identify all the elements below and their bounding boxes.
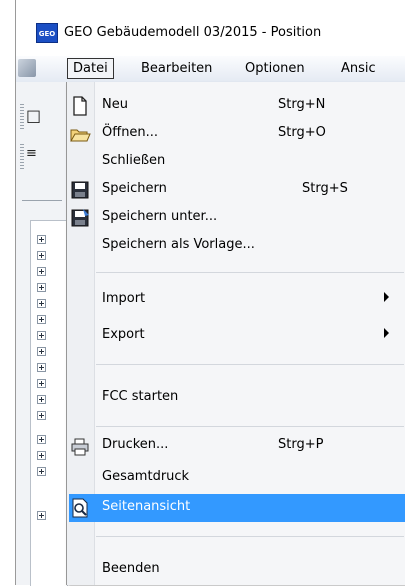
menu-separator	[96, 426, 404, 427]
menu-item-label: Speichern	[102, 181, 167, 196]
save-as-icon	[69, 207, 91, 229]
menu-item-print-preview[interactable]: Seitenansicht	[69, 494, 405, 522]
tree-expand-icon[interactable]	[37, 235, 46, 244]
menu-item-export[interactable]: Export	[69, 322, 405, 350]
menu-bar: Datei Bearbeiten Optionen Ansic	[16, 56, 405, 83]
menu-item-label: Import	[102, 291, 146, 306]
menu-optionen[interactable]: Optionen	[240, 59, 310, 78]
menu-item-full-print[interactable]: Gesamtdruck	[69, 464, 405, 492]
menu-datei[interactable]: Datei	[67, 58, 114, 79]
toolbar-list-icon[interactable]: ≡	[26, 146, 37, 161]
menu-item-label: Beenden	[102, 561, 160, 576]
menu-item-shortcut: Strg+O	[278, 125, 326, 140]
file-menu-dropdown: Neu Strg+N Öffnen... Strg+O Schließen Sp…	[66, 82, 405, 585]
printer-icon	[69, 435, 91, 457]
menu-item-new[interactable]: Neu Strg+N	[69, 92, 405, 120]
menu-item-save[interactable]: Speichern Strg+S	[69, 176, 405, 204]
menu-item-label: Öffnen...	[102, 125, 159, 140]
menu-item-print[interactable]: Drucken... Strg+P	[69, 432, 405, 460]
menu-item-exit[interactable]: Beenden	[69, 556, 405, 584]
tree-expand-icon[interactable]	[37, 379, 46, 388]
menu-item-import[interactable]: Import	[69, 286, 405, 314]
menu-item-label: Drucken...	[102, 437, 169, 452]
tree-expand-icon[interactable]	[37, 251, 46, 260]
tree-expand-icon[interactable]	[37, 283, 46, 292]
menu-item-close[interactable]: Schließen	[69, 148, 405, 176]
tree-view	[30, 220, 68, 586]
window-left-border	[0, 0, 16, 585]
menu-item-label: Speichern unter...	[102, 209, 218, 224]
menu-item-label: Speichern als Vorlage...	[102, 237, 255, 252]
menu-separator	[96, 536, 404, 537]
app-logo-icon: GEO	[36, 23, 58, 43]
print-preview-icon	[69, 497, 91, 519]
save-icon	[69, 179, 91, 201]
tree-expand-icon[interactable]	[37, 511, 46, 520]
tree-expand-icon[interactable]	[37, 363, 46, 372]
new-document-icon	[69, 95, 91, 117]
submenu-arrow-icon	[384, 328, 389, 338]
tree-expand-icon[interactable]	[37, 435, 46, 444]
menu-item-fcc-start[interactable]: FCC starten	[69, 384, 405, 412]
menu-item-save-as[interactable]: Speichern unter...	[69, 204, 405, 232]
menu-bearbeiten[interactable]: Bearbeiten	[136, 59, 217, 78]
tree-expand-icon[interactable]	[37, 315, 46, 324]
menu-item-label: Gesamtdruck	[102, 469, 190, 484]
tree-expand-icon[interactable]	[37, 411, 46, 420]
submenu-arrow-icon	[384, 292, 389, 302]
menu-item-shortcut: Strg+P	[278, 437, 324, 452]
menu-item-label: Export	[102, 327, 145, 342]
tree-expand-icon[interactable]	[37, 267, 46, 276]
tree-expand-icon[interactable]	[37, 331, 46, 340]
menu-item-shortcut: Strg+N	[278, 97, 326, 112]
system-menu-icon[interactable]	[18, 59, 36, 77]
toolbar-grip[interactable]	[20, 104, 24, 130]
tree-expand-icon[interactable]	[37, 395, 46, 404]
menu-item-label: Seitenansicht	[102, 499, 191, 514]
tree-expand-icon[interactable]	[37, 299, 46, 308]
tree-expand-icon[interactable]	[37, 451, 46, 460]
menu-item-label: FCC starten	[102, 389, 179, 404]
tree-expand-icon[interactable]	[37, 347, 46, 356]
toolbar-new-icon[interactable]: □	[26, 106, 41, 125]
menu-item-label: Neu	[102, 97, 128, 112]
toolbar-divider	[22, 200, 62, 201]
toolbar-grip[interactable]	[20, 144, 24, 170]
menu-separator	[96, 272, 404, 273]
title-bar[interactable]: GEO GEO Gebäudemodell 03/2015 - Position	[16, 20, 405, 46]
menu-item-open[interactable]: Öffnen... Strg+O	[69, 120, 405, 148]
open-folder-icon	[69, 123, 91, 145]
menu-ansicht[interactable]: Ansic	[336, 59, 381, 78]
menu-item-label: Schließen	[102, 153, 166, 168]
menu-item-shortcut: Strg+S	[302, 181, 348, 196]
tree-expand-icon[interactable]	[37, 467, 46, 476]
menu-separator	[96, 364, 404, 365]
menu-item-save-template[interactable]: Speichern als Vorlage...	[69, 232, 405, 260]
window-title: GEO Gebäudemodell 03/2015 - Position	[64, 25, 322, 40]
